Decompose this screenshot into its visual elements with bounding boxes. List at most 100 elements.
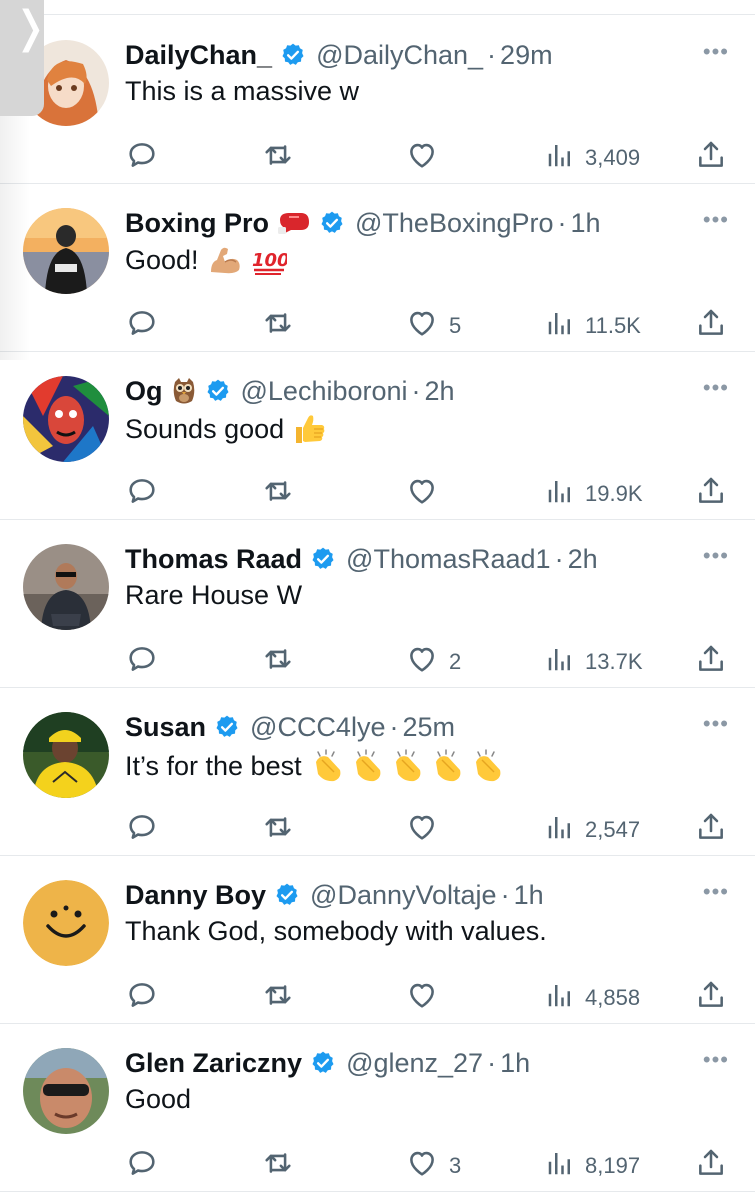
share-button[interactable] [695, 140, 727, 176]
display-name[interactable]: DailyChan_ [125, 40, 272, 71]
views-button[interactable]: 8,197 [545, 1148, 640, 1184]
share-icon [695, 307, 727, 345]
heart-icon [405, 978, 439, 1018]
share-button[interactable] [695, 1148, 727, 1184]
avatar[interactable] [23, 376, 109, 462]
display-name[interactable]: Glen Zariczny [125, 1048, 302, 1079]
more-options-icon[interactable]: ••• [703, 881, 729, 903]
views-button[interactable]: 3,409 [545, 140, 640, 176]
avatar[interactable] [23, 1048, 109, 1134]
display-name[interactable]: Boxing Pro [125, 208, 269, 239]
user-handle[interactable]: @CCC4lye [250, 712, 385, 743]
flexed-biceps-emoji [207, 244, 243, 276]
retweet-button[interactable] [261, 644, 295, 680]
separator-dot: · [500, 879, 510, 910]
verified-badge-icon [280, 42, 306, 68]
retweet-button[interactable] [261, 1148, 295, 1184]
timestamp[interactable]: 1h [514, 880, 544, 911]
views-icon [545, 476, 575, 512]
user-handle[interactable]: @TheBoxingPro [355, 208, 554, 239]
like-button[interactable] [405, 140, 449, 176]
retweet-button[interactable] [261, 140, 295, 176]
views-button[interactable]: 4,858 [545, 980, 640, 1016]
views-button[interactable]: 2,547 [545, 812, 640, 848]
action-bar: 3 8,197 [125, 1148, 735, 1184]
avatar[interactable] [23, 880, 109, 966]
timestamp[interactable]: 29m [500, 40, 553, 71]
share-button[interactable] [695, 644, 727, 680]
like-button[interactable] [405, 812, 449, 848]
owl-icon [171, 376, 197, 406]
verified-badge-icon [310, 1050, 336, 1076]
timestamp[interactable]: 2h [425, 376, 455, 407]
like-button[interactable]: 3 [405, 1148, 461, 1184]
display-name[interactable]: Susan [125, 712, 206, 743]
views-button[interactable]: 11.5K [545, 308, 641, 344]
reply-tweet[interactable]: Glen Zariczny @glenz_27 · 1h ••• Good 3 … [0, 1024, 755, 1192]
reply-tweet[interactable]: DailyChan_ @DailyChan_ · 29m ••• This is… [0, 16, 755, 184]
avatar[interactable] [23, 712, 109, 798]
view-count: 8,197 [585, 1153, 641, 1178]
user-handle[interactable]: @glenz_27 [346, 1048, 483, 1079]
retweet-button[interactable] [261, 308, 295, 344]
reply-button[interactable] [125, 980, 159, 1016]
reply-button[interactable] [125, 812, 159, 848]
retweet-button[interactable] [261, 812, 295, 848]
more-options-icon[interactable]: ••• [703, 41, 729, 63]
reply-tweet[interactable]: Boxing Pro @TheBoxingPro · 1h ••• Good! … [0, 184, 755, 352]
reply-button[interactable] [125, 308, 159, 344]
retweet-icon [261, 810, 295, 850]
heart-icon [405, 474, 439, 514]
retweet-button[interactable] [261, 476, 295, 512]
share-button[interactable] [695, 812, 727, 848]
user-handle[interactable]: @DailyChan_ [316, 40, 483, 71]
display-name[interactable]: Og [125, 376, 163, 407]
more-options-icon[interactable]: ••• [703, 713, 729, 735]
tweet-text: Sounds good [125, 412, 328, 446]
like-button[interactable]: 2 [405, 644, 461, 680]
share-button[interactable] [695, 980, 727, 1016]
timestamp[interactable]: 25m [402, 712, 455, 743]
like-button[interactable]: 5 [405, 308, 461, 344]
tweet-header: Danny Boy @DannyVoltaje · 1h [125, 875, 544, 915]
reply-icon [125, 978, 159, 1018]
reply-button[interactable] [125, 644, 159, 680]
views-button[interactable]: 13.7K [545, 644, 643, 680]
reply-tweet[interactable]: Susan @CCC4lye · 25m ••• It’s for the be… [0, 688, 755, 856]
action-bar: 5 11.5K [125, 308, 735, 344]
chevron-right-icon: ❭ [12, 2, 49, 53]
reply-button[interactable] [125, 1148, 159, 1184]
user-handle[interactable]: @Lechiboroni [241, 376, 408, 407]
views-button[interactable]: 19.9K [545, 476, 643, 512]
retweet-icon [261, 138, 295, 178]
more-options-icon[interactable]: ••• [703, 545, 729, 567]
display-name[interactable]: Danny Boy [125, 880, 266, 911]
more-options-icon[interactable]: ••• [703, 377, 729, 399]
user-handle[interactable]: @ThomasRaad1 [346, 544, 551, 575]
retweet-button[interactable] [261, 980, 295, 1016]
timestamp[interactable]: 1h [571, 208, 601, 239]
avatar[interactable] [23, 544, 109, 630]
action-bar: 2,547 [125, 812, 735, 848]
share-button[interactable] [695, 476, 727, 512]
reply-tweet[interactable]: Thomas Raad @ThomasRaad1 · 2h ••• Rare H… [0, 520, 755, 688]
back-button[interactable]: ❭ [0, 0, 49, 116]
display-name[interactable]: Thomas Raad [125, 544, 302, 575]
like-button[interactable] [405, 476, 449, 512]
timestamp[interactable]: 2h [568, 544, 598, 575]
reply-tweet[interactable]: Danny Boy @DannyVoltaje · 1h ••• Thank G… [0, 856, 755, 1024]
reply-button[interactable] [125, 140, 159, 176]
more-options-icon[interactable]: ••• [703, 209, 729, 231]
timestamp[interactable]: 1h [500, 1048, 530, 1079]
separator-dot: · [411, 375, 421, 406]
avatar[interactable] [23, 208, 109, 294]
user-handle[interactable]: @DannyVoltaje [310, 880, 497, 911]
separator-dot: · [389, 711, 399, 742]
reply-tweet[interactable]: Og @Lechiboroni · 2h ••• Sounds good 19.… [0, 352, 755, 520]
share-button[interactable] [695, 308, 727, 344]
tweet-header: Boxing Pro @TheBoxingPro · 1h [125, 203, 601, 243]
more-options-icon[interactable]: ••• [703, 1049, 729, 1071]
reply-button[interactable] [125, 476, 159, 512]
like-button[interactable] [405, 980, 449, 1016]
clapping-hands-emoji [310, 748, 510, 784]
